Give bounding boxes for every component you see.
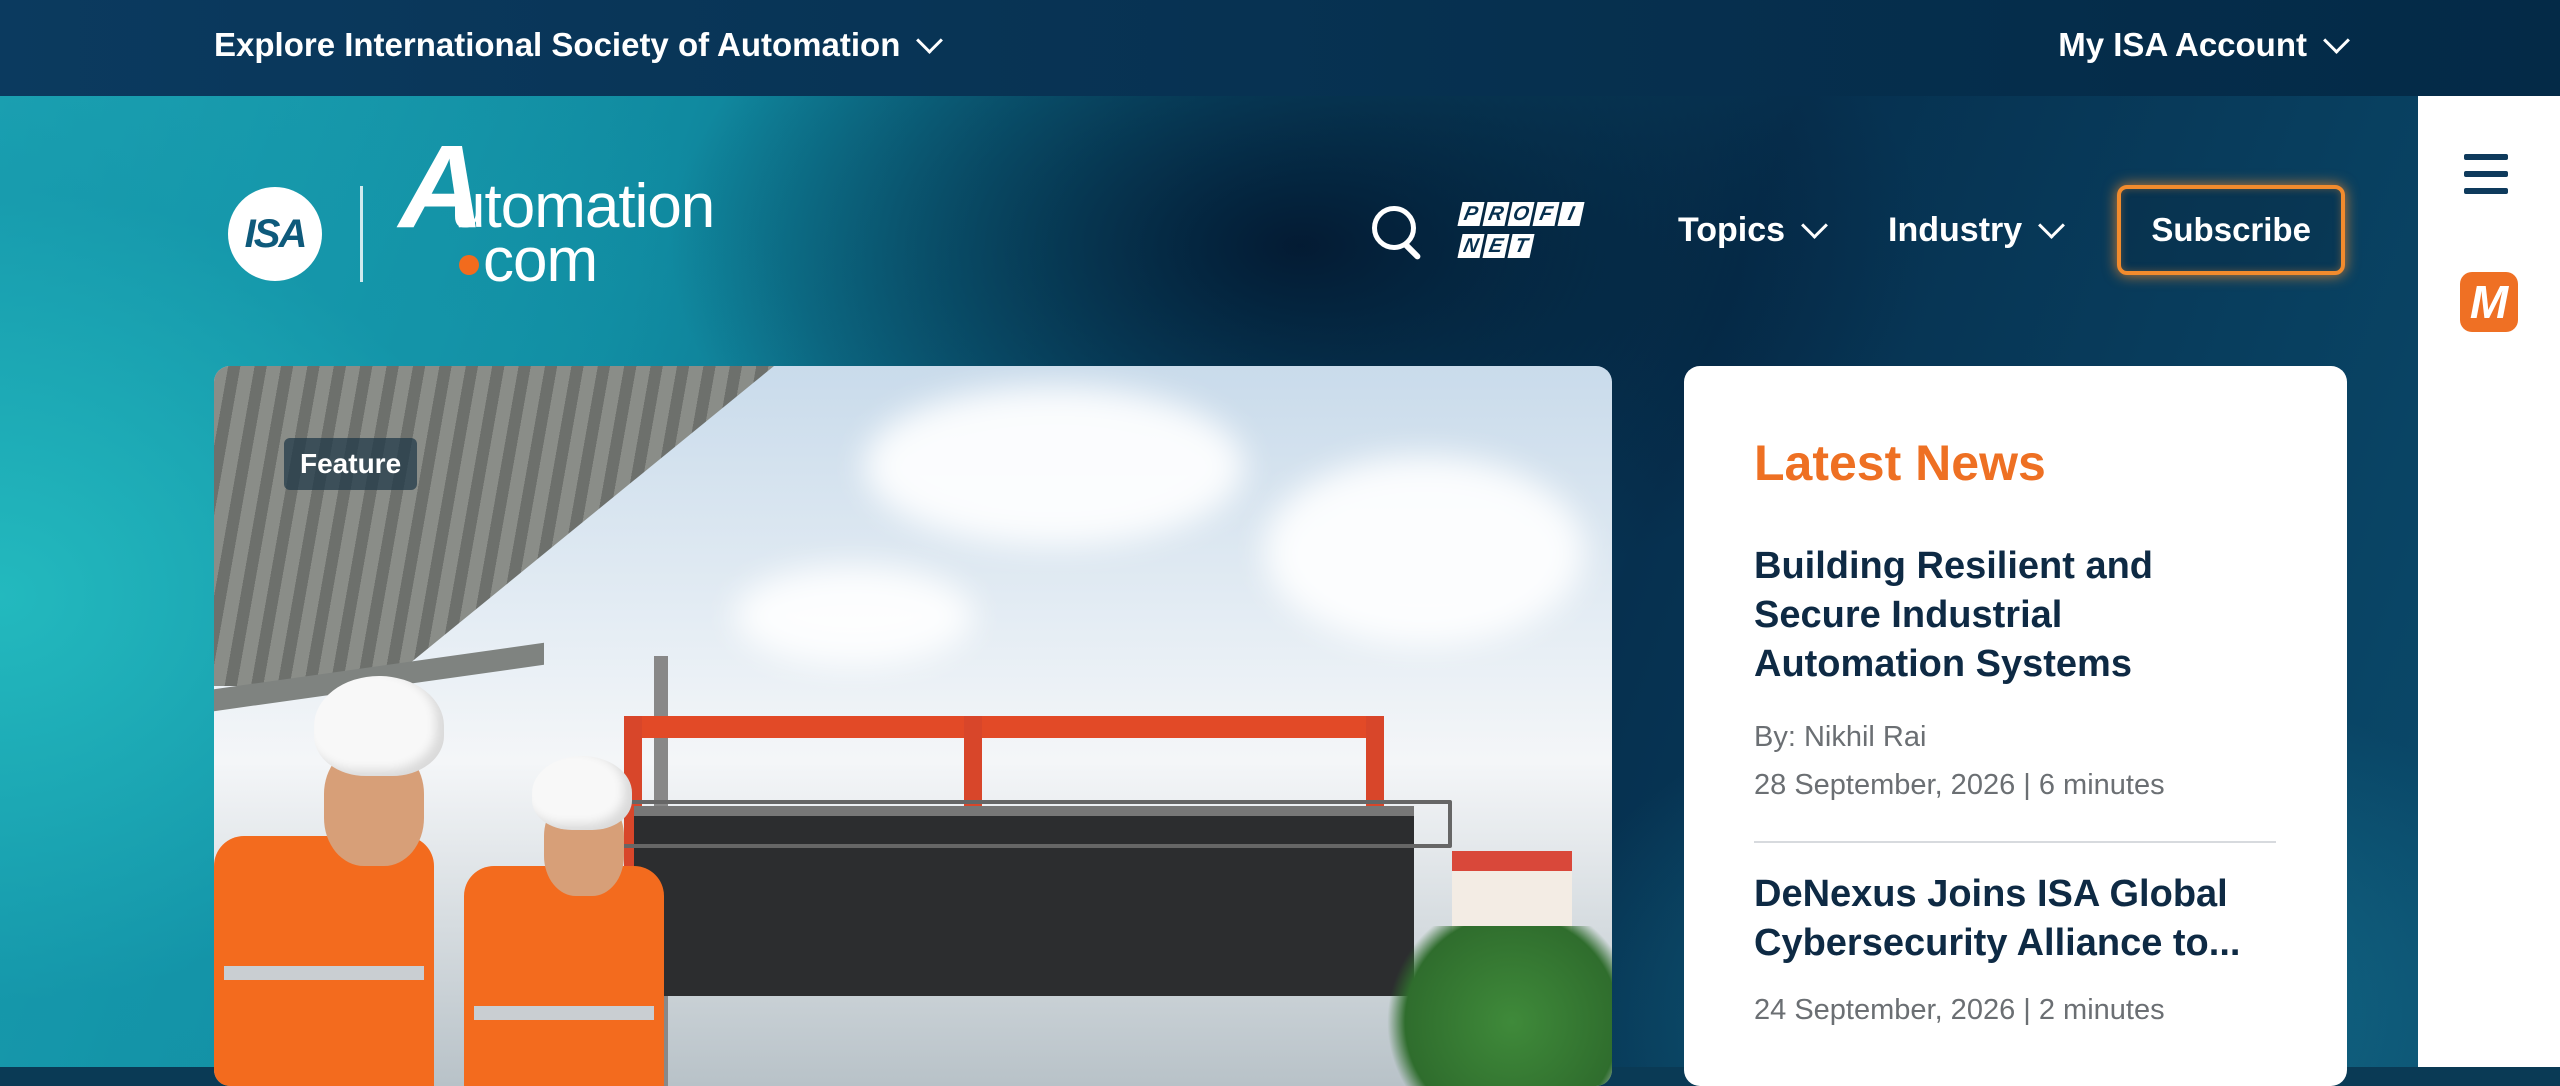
profinet-row-2: N E T (1457, 234, 1592, 258)
chevron-down-icon (2323, 26, 2350, 54)
news-author: By: Nikhil Rai (1754, 721, 1927, 753)
explore-isa-label: Explore International Society of Automat… (214, 26, 901, 63)
news-date: 24 September, 2026 | 2 minutes (1754, 994, 2165, 1026)
wordmark-a: A (399, 121, 485, 253)
nav-topics[interactable]: Topics (1678, 210, 1828, 250)
top-bar: Explore International Society of Automat… (0, 0, 2560, 96)
profinet-row-1: P R O F I (1457, 202, 1592, 226)
subscribe-button[interactable]: Subscribe (2117, 185, 2346, 275)
news-item[interactable]: DeNexus Joins ISA Global Cybersecurity A… (1754, 870, 2276, 1034)
isa-logo-text: ISA (244, 211, 308, 256)
machinery (604, 800, 1452, 996)
news-divider (1754, 841, 2276, 843)
feature-badge: Feature (284, 438, 418, 490)
m-app-icon[interactable]: M (2460, 272, 2518, 332)
main-nav: P R O F I N E T Topics Industry Subscrib… (1368, 182, 2346, 278)
automation-com-wordmark: A utomation com (399, 128, 715, 292)
isa-logo-icon: ISA (228, 187, 322, 281)
nav-industry-label: Industry (1888, 210, 2023, 249)
profinet-logo[interactable]: P R O F I N E T (1457, 202, 1592, 258)
nav-topics-label: Topics (1678, 210, 1786, 249)
site-logo[interactable]: ISA A utomation com (228, 128, 715, 292)
news-item[interactable]: Building Resilient and Secure Industrial… (1754, 542, 2276, 809)
news-title[interactable]: DeNexus Joins ISA Global Cybersecurity A… (1754, 870, 2276, 968)
news-title[interactable]: Building Resilient and Secure Industrial… (1754, 542, 2276, 689)
chevron-down-icon (916, 26, 944, 54)
feature-article-card[interactable]: Feature (214, 366, 1612, 1086)
hamburger-menu-icon[interactable] (2464, 154, 2508, 194)
orange-dot-icon (459, 254, 479, 275)
logo-divider (360, 186, 363, 282)
latest-news-panel: Latest News Building Resilient and Secur… (1684, 366, 2347, 1086)
nav-industry[interactable]: Industry (1888, 210, 2066, 250)
canopy-roof (214, 366, 774, 686)
my-account-label: My ISA Account (2058, 26, 2307, 63)
search-button[interactable] (1368, 202, 1424, 261)
chevron-down-icon (2038, 211, 2066, 239)
chevron-down-icon (1801, 211, 1828, 239)
news-date: 28 September, 2026 | 6 minutes (1754, 769, 2165, 801)
wordmark-dotcom: com (483, 226, 598, 295)
crane-structure (594, 716, 1554, 946)
my-account-dropdown[interactable]: My ISA Account (2058, 26, 2350, 64)
side-rail: M (2418, 96, 2560, 1067)
explore-isa-dropdown[interactable]: Explore International Society of Automat… (214, 26, 944, 64)
latest-news-heading: Latest News (1754, 435, 2046, 491)
